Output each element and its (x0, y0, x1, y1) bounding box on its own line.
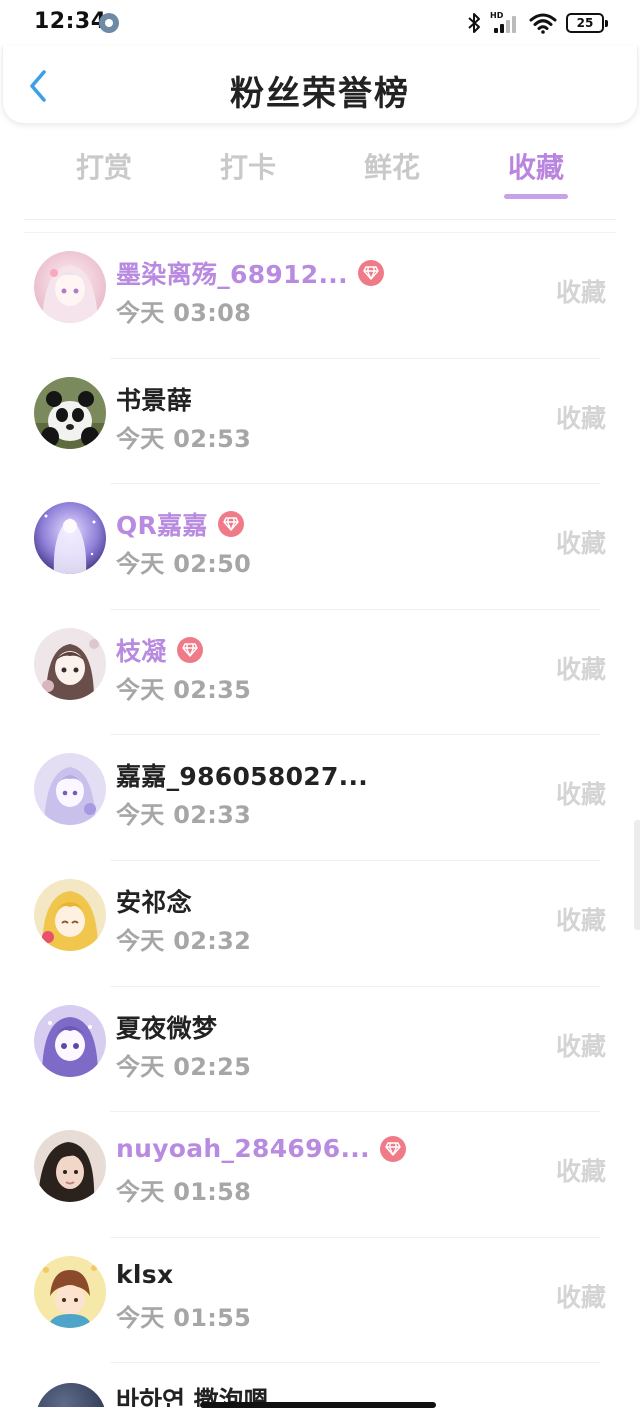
favorite-time: 今天 03:08 (116, 299, 252, 327)
purple-anime-avatar[interactable] (34, 1004, 106, 1077)
tab-reward[interactable]: 打赏 (49, 146, 159, 186)
favorite-time: 今天 01:55 (116, 1303, 252, 1332)
tabs-divider (24, 219, 616, 220)
status-icons: HD 25 (467, 10, 608, 36)
favorite-label[interactable]: 收藏 (556, 273, 606, 309)
sketch-girl-avatar[interactable] (34, 627, 106, 700)
favorite-time: 今天 02:35 (116, 675, 252, 704)
favorite-label[interactable]: 收藏 (556, 524, 606, 560)
dark-avatar[interactable] (36, 1383, 106, 1407)
list-item: 夏夜微梦 今天 02:25 收藏 (0, 987, 640, 1113)
list-item: 墨染离殇_68912... 今天 03:08 收藏 (0, 233, 640, 359)
favorite-label[interactable]: 收藏 (556, 1027, 606, 1063)
user-name[interactable]: klsx (116, 1260, 173, 1289)
favorite-time: 今天 02:25 (116, 1052, 252, 1081)
favorite-label[interactable]: 收藏 (556, 901, 606, 937)
list-item: 安祁念 今天 02:32 收藏 (0, 861, 640, 987)
vip-diamond-icon (379, 1135, 406, 1162)
list-item-partial: 바하연 撒泡嗯 (0, 1367, 640, 1407)
favorite-label[interactable]: 收藏 (556, 1152, 606, 1188)
tab-flowers[interactable]: 鲜花 (337, 146, 447, 186)
photo-girl-avatar[interactable] (34, 1130, 106, 1203)
favorite-label[interactable]: 收藏 (556, 1278, 606, 1314)
user-name[interactable]: 书景薛 (116, 381, 192, 417)
vip-diamond-icon (176, 636, 203, 663)
cellular-signal-icon: HD (490, 11, 520, 35)
favorite-time: 今天 01:58 (116, 1178, 252, 1207)
battery-icon: 25 (566, 13, 608, 33)
vip-diamond-icon (217, 511, 244, 538)
user-name[interactable]: 嘉嘉_986058027... (116, 757, 368, 793)
favorite-time: 今天 02:50 (116, 550, 252, 579)
favorite-label[interactable]: 收藏 (556, 399, 606, 435)
ethereal-girl-avatar[interactable] (34, 502, 106, 575)
blonde-anime-avatar[interactable] (34, 878, 106, 951)
list-item: QR嘉嘉 今天 02:50 收藏 (0, 484, 640, 610)
user-name[interactable]: QR嘉嘉 (116, 506, 208, 542)
tab-checkin[interactable]: 打卡 (193, 146, 303, 186)
user-name[interactable]: 夏夜微梦 (116, 1009, 217, 1045)
favorite-label[interactable]: 收藏 (556, 775, 606, 811)
user-name[interactable]: nuyoah_284696... (116, 1134, 370, 1163)
favorite-time: 今天 02:32 (116, 926, 252, 955)
list-item: 枝凝 今天 02:35 收藏 (0, 610, 640, 736)
favorite-label[interactable]: 收藏 (556, 650, 606, 686)
bluetooth-icon (468, 13, 480, 33)
header-bar: 粉丝荣誉榜 (2, 46, 638, 124)
active-tab-indicator (504, 194, 568, 199)
settings-gear-icon (99, 13, 119, 33)
panda-avatar[interactable] (34, 376, 106, 449)
anime-girl-avatar[interactable] (34, 251, 106, 323)
page-title: 粉丝荣誉榜 (230, 74, 410, 114)
user-name[interactable]: 枝凝 (116, 632, 167, 668)
list-item: nuyoah_284696... 今天 01:58 收藏 (0, 1112, 640, 1238)
status-time: 12:34 (34, 9, 107, 34)
tab-bar: 打赏 打卡 鲜花 收藏 (0, 140, 640, 220)
scrollbar[interactable] (634, 820, 640, 930)
status-bar: 12:34 HD 25 (0, 0, 640, 46)
home-indicator[interactable] (200, 1402, 436, 1408)
lavender-girl-avatar[interactable] (34, 753, 106, 826)
fan-list: 墨染离殇_68912... 今天 03:08 收藏 书景薛 今天 02:53 收… (0, 233, 640, 1363)
vip-diamond-icon (357, 260, 384, 286)
cartoon-boy-avatar[interactable] (34, 1255, 106, 1328)
tab-favorites[interactable]: 收藏 (481, 146, 591, 186)
hd-label: HD (490, 11, 504, 20)
list-item: 书景薛 今天 02:53 收藏 (0, 359, 640, 485)
user-name[interactable]: 安祁念 (116, 883, 192, 919)
list-item: 嘉嘉_986058027... 今天 02:33 收藏 (0, 735, 640, 861)
favorite-time: 今天 02:33 (116, 801, 252, 830)
favorite-time: 今天 02:53 (116, 424, 252, 453)
wifi-icon (529, 13, 557, 34)
user-name[interactable]: 墨染离殇_68912... (116, 255, 348, 291)
list-item: klsx 今天 01:55 收藏 (0, 1238, 640, 1364)
